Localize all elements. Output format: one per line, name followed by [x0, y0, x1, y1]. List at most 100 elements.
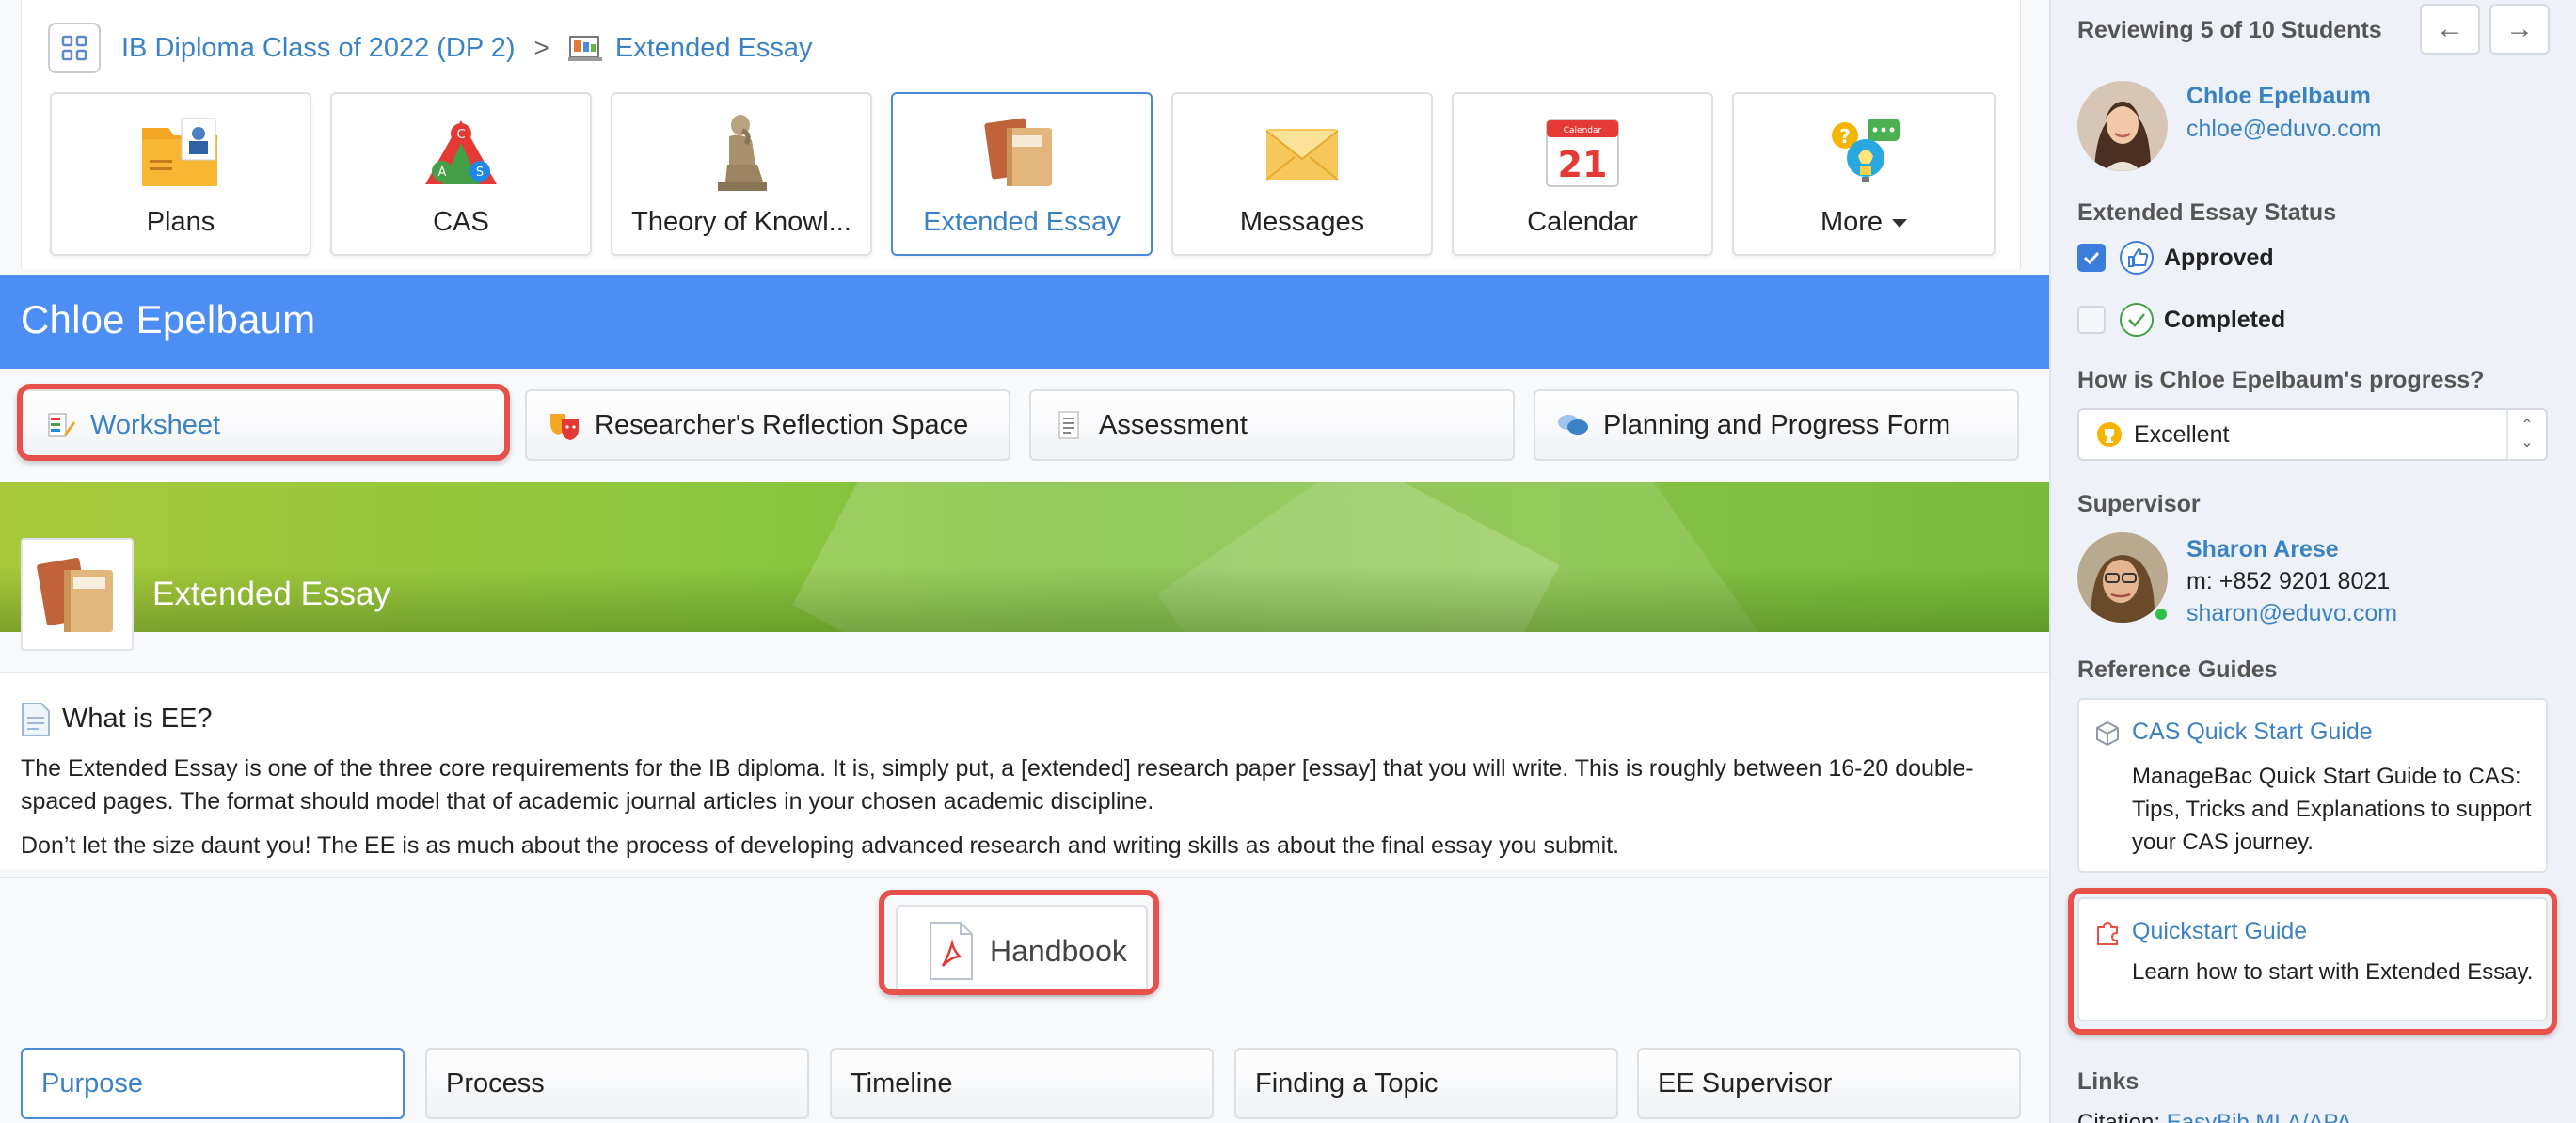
guide-card-cas[interactable]: CAS Quick Start Guide ManageBac Quick St… [2077, 698, 2548, 873]
handbook-button[interactable]: Handbook [896, 905, 1148, 997]
tile-messages[interactable]: Messages [1171, 92, 1433, 256]
pdf-file-icon [930, 922, 973, 980]
chevron-down-icon [1892, 218, 1908, 228]
cas-icon: C A S [416, 107, 506, 198]
student-email-link[interactable]: chloe@eduvo.com [2186, 116, 2381, 143]
arrow-left-icon: ← [2436, 13, 2464, 44]
progress-value: Excellent [2134, 420, 2230, 448]
svg-text:A: A [438, 166, 447, 180]
supervisor-email-link[interactable]: sharon@eduvo.com [2186, 600, 2397, 627]
subtab-worksheet[interactable]: Worksheet [21, 389, 506, 461]
subtab-researchers-reflection-space[interactable]: Researcher's Reflection Space [525, 389, 1010, 461]
document-list-icon [1052, 408, 1086, 442]
breadcrumb-current[interactable]: Extended Essay [615, 33, 813, 64]
svg-text:Calendar: Calendar [1564, 126, 1602, 135]
calendar-icon: Calendar 21 [1537, 107, 1628, 198]
svg-text:21: 21 [1558, 144, 1608, 185]
main-content: IB Diploma Class of 2022 (DP 2) > Extend… [0, 0, 2049, 1123]
trophy-icon [2097, 422, 2122, 447]
next-student-button[interactable]: → [2489, 4, 2550, 55]
thumbs-up-icon [2120, 241, 2154, 275]
breadcrumb-class-link[interactable]: IB Diploma Class of 2022 (DP 2) [121, 33, 516, 64]
document-icon [19, 702, 53, 742]
tile-label: Plans [146, 207, 215, 237]
reference-guides-heading: Reference Guides [2077, 656, 2278, 683]
books-icon [37, 557, 113, 632]
worksheet-icon [43, 408, 77, 442]
handbook-label: Handbook [990, 933, 1127, 968]
tab-purpose[interactable]: Purpose [21, 1048, 405, 1119]
tile-theory-of-knowledge[interactable]: Theory of Knowl... [611, 92, 872, 256]
student-banner: Chloe Epelbaum [0, 275, 2049, 369]
grid-icon [61, 35, 87, 61]
completed-checkbox[interactable] [2077, 306, 2106, 334]
guide-title-link[interactable]: Quickstart Guide [2132, 918, 2307, 945]
tile-label: Calendar [1527, 207, 1638, 237]
tile-label: CAS [433, 207, 489, 237]
checkmark-icon [2083, 251, 2100, 265]
ee-info-tabs: Purpose Process Timeline Finding a Topic… [21, 1048, 2021, 1119]
chat-bubbles-icon [1556, 408, 1590, 442]
books-icon [977, 107, 1067, 198]
tab-timeline[interactable]: Timeline [830, 1048, 1214, 1119]
approved-checkbox[interactable] [2077, 244, 2106, 272]
subtab-label: Worksheet [90, 409, 221, 440]
check-circle-icon [2120, 303, 2154, 337]
tab-finding-a-topic[interactable]: Finding a Topic [1234, 1048, 1618, 1119]
tile-extended-essay[interactable]: Extended Essay [891, 92, 1153, 256]
reviewing-count: Reviewing 5 of 10 Students [2077, 17, 2382, 43]
guide-description: Learn how to start with Extended Essay. [2132, 959, 2534, 985]
subtab-planning-progress-form[interactable]: Planning and Progress Form [1534, 389, 2019, 461]
citation-link[interactable]: EasyBib MLA/APA [2167, 1110, 2352, 1123]
svg-text:?: ? [1839, 125, 1851, 148]
cube-icon [2096, 720, 2119, 747]
select-arrows-icon: ⌃ ⌄ [2506, 410, 2546, 459]
links-heading: Links [2077, 1068, 2139, 1095]
progress-select[interactable]: Excellent ⌃ ⌄ [2077, 408, 2548, 461]
tile-label: Extended Essay [923, 207, 1121, 237]
description-paragraph-1: The Extended Essay is one of the three c… [21, 755, 1974, 815]
envelope-icon [1257, 107, 1347, 198]
guide-card-quickstart[interactable]: Quickstart Guide Learn how to start with… [2077, 897, 2548, 1021]
module-tiles: Plans C A S CAS Theory of Knowl... Exten… [50, 92, 2016, 256]
tile-more[interactable]: ? More [1732, 92, 1996, 256]
student-avatar [2077, 81, 2168, 171]
tab-process[interactable]: Process [425, 1048, 809, 1119]
puzzle-piece-icon [2097, 921, 2118, 945]
extended-essay-small-icon [567, 33, 604, 63]
arrow-right-icon: → [2505, 13, 2534, 44]
previous-student-button[interactable]: ← [2420, 4, 2480, 55]
guide-title-link[interactable]: CAS Quick Start Guide [2132, 719, 2373, 746]
supervisor-heading: Supervisor [2077, 491, 2201, 517]
citation-row: Citation: EasyBib MLA/APA [2077, 1110, 2352, 1123]
subtab-assessment[interactable]: Assessment [1029, 389, 1515, 461]
tile-cas[interactable]: C A S CAS [330, 92, 592, 256]
tile-label: Theory of Knowl... [631, 207, 851, 237]
breadcrumb-separator: > [533, 33, 549, 62]
status-completed-row[interactable]: Completed [2077, 301, 2285, 339]
svg-text:C: C [456, 128, 465, 142]
description-paragraph-2: Don’t let the size daunt you! The EE is … [21, 832, 1620, 859]
svg-text:S: S [476, 166, 484, 180]
apps-grid-button[interactable] [48, 23, 101, 73]
handbook-section: Handbook [0, 877, 2049, 1027]
tab-ee-supervisor[interactable]: EE Supervisor [1637, 1048, 2021, 1119]
section-heading: What is EE? [62, 704, 213, 734]
more-icon: ? [1819, 107, 1909, 198]
student-name-link[interactable]: Chloe Epelbaum [2186, 83, 2371, 110]
guide-description: ManageBac Quick Start Guide to CAS: Tips… [2132, 764, 2532, 855]
review-sidebar: Reviewing 5 of 10 Students ← → Chloe Epe… [2049, 0, 2576, 1123]
supervisor-name-link[interactable]: Sharon Arese [2186, 536, 2339, 563]
status-label: Approved [2164, 244, 2274, 271]
hero-title: Extended Essay [152, 576, 390, 612]
tile-label: Messages [1239, 207, 1365, 237]
status-approved-row[interactable]: Approved [2077, 239, 2274, 277]
status-label: Completed [2164, 306, 2286, 333]
tile-calendar[interactable]: Calendar 21 Calendar [1452, 92, 1713, 256]
essay-subtabs: Worksheet Researcher's Reflection Space [21, 389, 2021, 461]
thinker-icon [696, 107, 787, 198]
status-heading: Extended Essay Status [2077, 199, 2337, 226]
tile-plans[interactable]: Plans [50, 92, 311, 256]
subtab-label: Researcher's Reflection Space [595, 409, 969, 440]
theater-masks-icon [548, 408, 581, 442]
